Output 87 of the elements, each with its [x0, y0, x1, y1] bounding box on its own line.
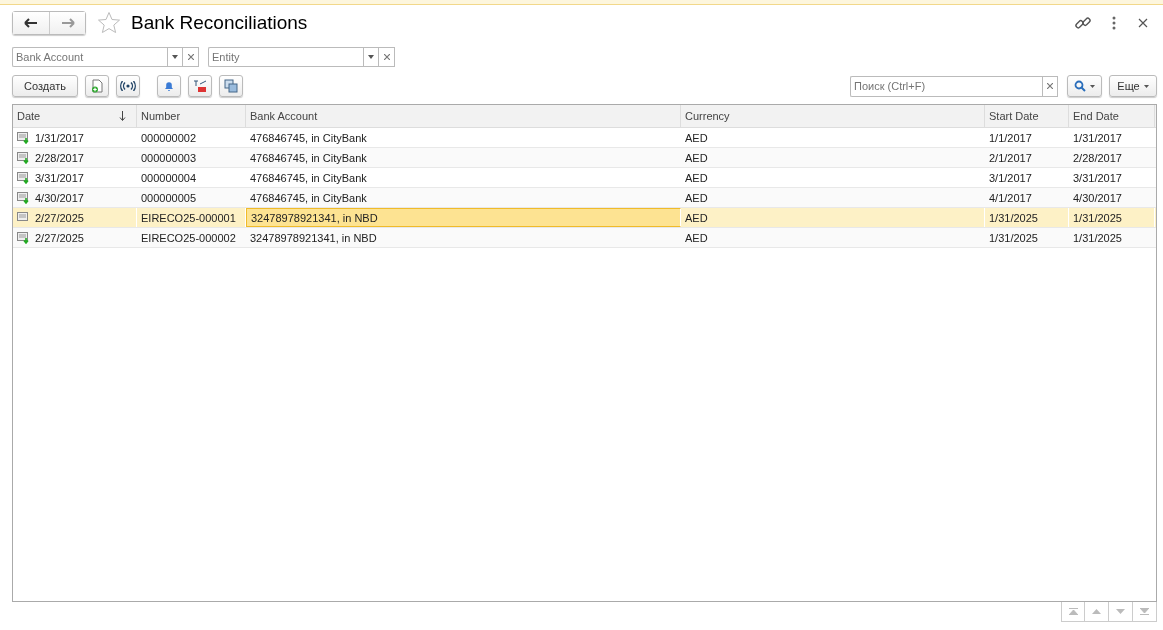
down-triangle-icon: [1116, 609, 1125, 614]
star-icon[interactable]: [97, 11, 121, 35]
table-cell: 1/1/2017: [989, 131, 1032, 144]
table-cell: 476846745, in CityBank: [250, 191, 367, 204]
table-cell: 476846745, in CityBank: [250, 131, 367, 144]
debit-credit-icon: [193, 79, 207, 93]
clear-search-button[interactable]: [1042, 75, 1058, 97]
table-row[interactable]: 2/27/2025 EIRECO25-000001 32478978921341, in NBD AED 1/31/2025 1/31/2025: [13, 208, 1156, 228]
table-cell: 3/31/2017: [1073, 171, 1122, 184]
left-arrow-icon: [24, 18, 38, 28]
notification-button[interactable]: [157, 75, 181, 97]
report-button[interactable]: [219, 75, 243, 97]
column-header[interactable]: End Date: [1069, 105, 1155, 127]
more-options-icon[interactable]: [1112, 16, 1116, 30]
table-cell: AED: [685, 151, 708, 164]
dropdown-button[interactable]: [363, 47, 379, 67]
scroll-to-bottom-icon: [1140, 608, 1149, 615]
add-document-icon: [91, 79, 103, 93]
column-header[interactable]: Currency: [681, 105, 985, 127]
link-icon[interactable]: [1074, 14, 1092, 32]
column-header[interactable]: Bank Account: [246, 105, 681, 127]
more-button[interactable]: Еще: [1109, 75, 1157, 97]
table-cell: 000000005: [141, 191, 197, 204]
back-button[interactable]: [13, 12, 49, 34]
clear-button[interactable]: [379, 47, 395, 67]
table-cell: 2/28/2017: [1073, 151, 1122, 164]
table-cell: 1/31/2025: [989, 211, 1038, 224]
up-triangle-icon: [1092, 609, 1101, 614]
right-arrow-icon: [60, 18, 75, 28]
table-cell: 4/30/2017: [1073, 191, 1122, 204]
close-icon[interactable]: [1138, 18, 1148, 28]
caret-icon: [1090, 84, 1095, 88]
create-button[interactable]: Создать: [12, 75, 78, 97]
broadcast-icon: [120, 81, 136, 91]
table-cell: 2/1/2017: [989, 151, 1032, 164]
dropdown-button[interactable]: [167, 47, 183, 67]
table-cell: 1/31/2017: [35, 131, 84, 144]
table-row[interactable]: 2/28/2017 000000003 476846745, in CityBank AED 2/1/2017 2/28/2017: [13, 148, 1156, 168]
table-cell: 32478978921341, in NBD: [251, 211, 378, 224]
table-row[interactable]: 2/27/2025 EIRECO25-000002 32478978921341, in NBD AED 1/31/2025 1/31/2025: [13, 228, 1156, 248]
table-cell: 2/27/2025: [35, 231, 84, 244]
table-cell: AED: [685, 191, 708, 204]
table-row[interactable]: 4/30/2017 000000005 476846745, in CityBank AED 4/1/2017 4/30/2017: [13, 188, 1156, 208]
window-title: Bank Reconciliations: [131, 12, 308, 34]
dropdown-caret-icon: [368, 55, 374, 59]
table-cell: 476846745, in CityBank: [250, 151, 367, 164]
search-button[interactable]: [1067, 75, 1102, 97]
column-header[interactable]: Number: [137, 105, 246, 127]
column-header[interactable]: Date: [13, 105, 137, 127]
broadcast-button[interactable]: [116, 75, 140, 97]
search-icon: [1074, 80, 1086, 92]
table-cell: AED: [685, 131, 708, 144]
table-cell: AED: [685, 231, 708, 244]
table-cell: 1/31/2025: [1073, 211, 1122, 224]
table-cell: 3/1/2017: [989, 171, 1032, 184]
table-cell: 4/1/2017: [989, 191, 1032, 204]
table-cell: 000000002: [141, 131, 197, 144]
accounting-entries-button[interactable]: [188, 75, 212, 97]
table-cell: 1/31/2025: [1073, 231, 1122, 244]
table-cell: 2/27/2025: [35, 211, 84, 224]
caret-icon: [1143, 84, 1149, 88]
table-cell: 2/28/2017: [35, 151, 84, 164]
structure-icon: [224, 79, 238, 93]
filter-field[interactable]: Entity: [208, 47, 363, 67]
table-cell: 3/31/2017: [35, 171, 84, 184]
table-cell: 32478978921341, in NBD: [250, 231, 377, 244]
table-cell: AED: [685, 171, 708, 184]
clear-icon: [1047, 83, 1053, 89]
table-cell: 1/31/2017: [1073, 131, 1122, 144]
clear-icon: [383, 54, 390, 60]
column-header[interactable]: Start Date: [985, 105, 1069, 127]
table-cell: 1/31/2025: [989, 231, 1038, 244]
dropdown-caret-icon: [172, 55, 178, 59]
table-cell: EIRECO25-000001: [141, 211, 236, 224]
filter-field[interactable]: Bank Account: [12, 47, 167, 67]
scroll-to-top-icon: [1068, 608, 1078, 615]
bell-icon: [163, 80, 175, 92]
table-cell: EIRECO25-000002: [141, 231, 236, 244]
table-cell: 000000004: [141, 171, 197, 184]
search-field[interactable]: Поиск (Ctrl+F): [850, 75, 1042, 97]
clear-icon: [187, 54, 194, 60]
table-cell: 476846745, in CityBank: [250, 171, 367, 184]
clear-button[interactable]: [183, 47, 199, 67]
table-cell: AED: [685, 211, 708, 224]
table-cell: 4/30/2017: [35, 191, 84, 204]
new-document-button[interactable]: [85, 75, 109, 97]
table-cell: 000000003: [141, 151, 197, 164]
